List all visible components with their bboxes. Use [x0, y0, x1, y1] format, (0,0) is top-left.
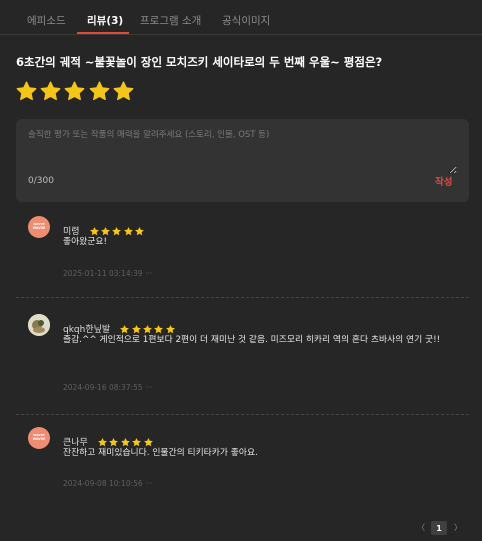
active-tab-indicator: [77, 32, 129, 34]
review-date: 2025-01-11 03:14:39 ···: [63, 269, 152, 278]
review-text: 잔잔하고 재미있습니다. 인물간의 티키타카가 좋아요.: [63, 448, 258, 458]
review-form: 0/300 작성: [16, 119, 469, 202]
review-date: 2024-09-08 10:10:56 ···: [63, 479, 152, 488]
review-more-icon[interactable]: ···: [145, 269, 152, 278]
tab-bar: 에피소드 리뷰(3) 프로그램 소개 공식이미지: [0, 0, 482, 35]
avatar: [28, 314, 50, 336]
tab-reviews[interactable]: 리뷰(3): [87, 13, 123, 28]
avatar: wavve WAVVE: [28, 427, 50, 449]
user-photo-icon: [28, 314, 50, 336]
review-more-icon[interactable]: ···: [145, 383, 152, 392]
char-counter: 0/300: [28, 176, 54, 186]
star-icon[interactable]: [88, 80, 111, 103]
review-date: 2024-09-16 08:37:55 ···: [63, 383, 152, 392]
submit-review-button[interactable]: 작성: [435, 174, 452, 188]
star-icon[interactable]: [39, 80, 62, 103]
star-icon[interactable]: [15, 80, 38, 103]
tab-episodes[interactable]: 에피소드: [27, 13, 66, 28]
tab-reviews-count: (3): [106, 15, 124, 27]
tab-program-intro[interactable]: 프로그램 소개: [140, 13, 201, 28]
review-text: 즐감.^^ 게인적으로 1편보다 2편이 더 재미난 것 같음. 미즈모리 히카…: [63, 335, 441, 345]
review-textarea[interactable]: [28, 128, 457, 174]
star-icon[interactable]: [112, 80, 135, 103]
rating-question: 6초간의 궤적 ~불꽃놀이 장인 모치즈키 세이타로의 두 번째 우울~ 평점은…: [16, 55, 383, 69]
prev-page-icon[interactable]: 〈: [417, 522, 425, 533]
review-text: 좋아왔군요!: [63, 237, 107, 247]
review-item: qkqh한닢발 즐감.^^ 게인적으로 1편보다 2편이 더 재미난 것 같음.…: [16, 309, 469, 413]
tab-reviews-label: 리뷰: [87, 15, 107, 27]
wavve-logo-icon: wavve WAVVE: [32, 433, 46, 441]
review-date-value: 2025-01-11 03:14:39: [63, 269, 143, 278]
review-item: wavve WAVVE 큰나무 잔잔하고 재미있습니다. 인물간의 티키타카가 좋…: [16, 423, 469, 508]
tab-official-images[interactable]: 공식이미지: [222, 13, 270, 28]
wavve-logo-icon: wavve WAVVE: [32, 222, 46, 230]
next-page-icon[interactable]: 〉: [454, 522, 462, 533]
review-divider: [16, 297, 469, 298]
star-icon[interactable]: [63, 80, 86, 103]
current-page-button[interactable]: 1: [431, 521, 447, 535]
review-more-icon[interactable]: ···: [145, 479, 152, 488]
review-divider: [16, 414, 469, 415]
review-date-value: 2024-09-08 10:10:56: [63, 479, 143, 488]
avatar: wavve WAVVE: [28, 216, 50, 238]
review-item: wavve WAVVE 미령 좋아왔군요! 2025-01-11 03:14:39…: [16, 212, 469, 297]
review-date-value: 2024-09-16 08:37:55: [63, 383, 143, 392]
rating-stars: [15, 80, 136, 106]
